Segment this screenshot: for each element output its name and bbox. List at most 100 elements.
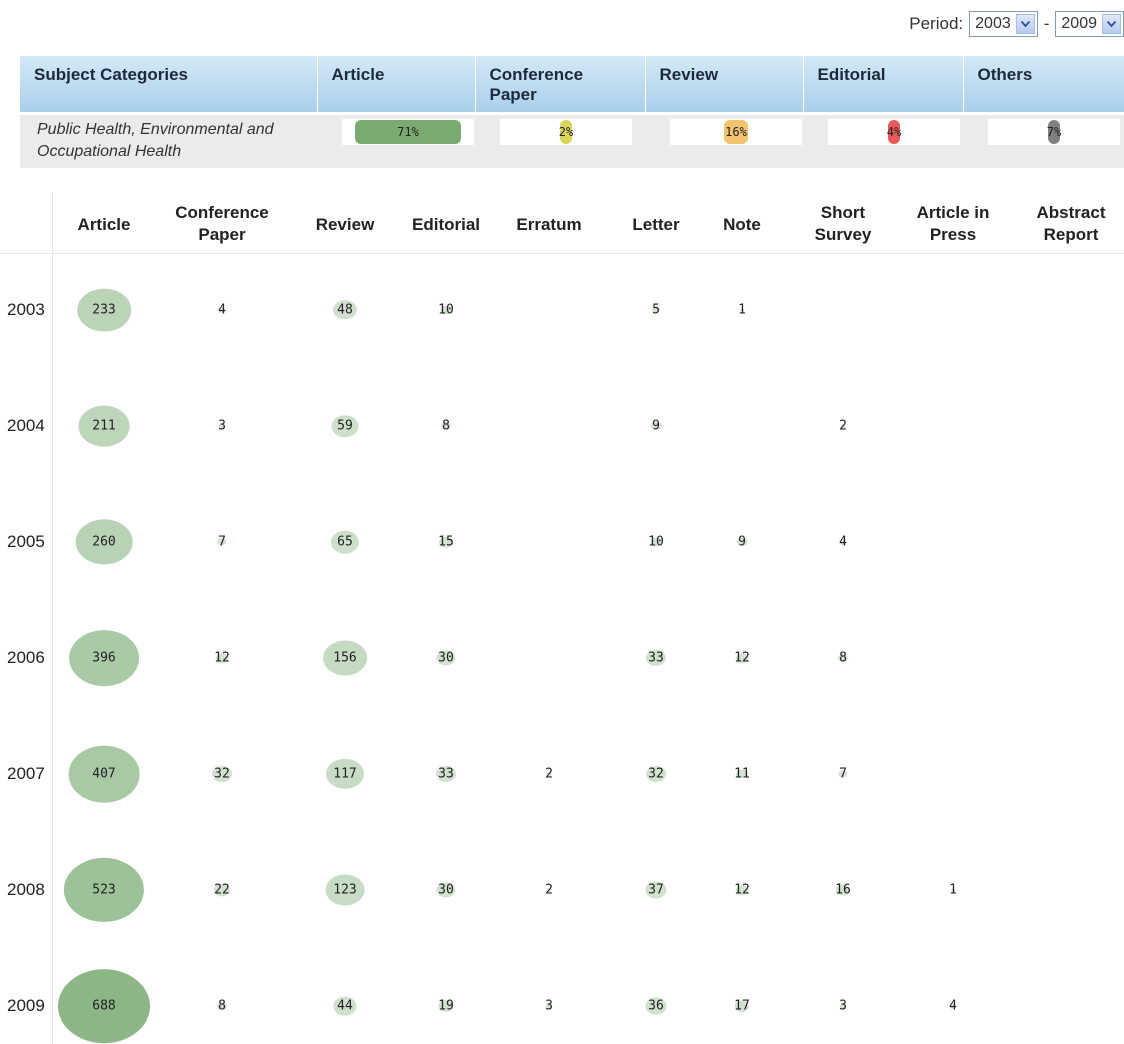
value-label: 156 (333, 650, 357, 666)
value-label: 44 (337, 998, 353, 1014)
value-label: 65 (337, 534, 353, 550)
header-divider (0, 253, 1124, 254)
year-label: 2004 (7, 416, 45, 435)
summary-header-row: Subject Categories Article Conference Pa… (20, 56, 1124, 115)
value-label: 32 (648, 766, 664, 782)
value-label: 407 (92, 766, 116, 782)
year-label: 2009 (7, 996, 45, 1015)
year-label: 2003 (7, 300, 45, 319)
value-label: 260 (92, 534, 116, 550)
value-label: 19 (438, 998, 454, 1014)
value-label: 10 (648, 534, 664, 550)
year-column-divider (52, 192, 53, 1044)
column-header-letter: Letter (632, 215, 680, 234)
pct-bar: 16% (670, 118, 802, 145)
header-article: Article (317, 56, 476, 115)
value-label: 2 (839, 418, 847, 434)
value-label: 396 (92, 650, 116, 666)
value-label: 30 (438, 882, 454, 898)
period-label: Period: (909, 14, 964, 33)
summary-data-row: Public Health, Environmental and Occupat… (20, 113, 1124, 168)
value-label: 3 (839, 998, 847, 1014)
pct-label: 4% (886, 124, 902, 139)
value-label: 12 (734, 650, 750, 666)
value-label: 59 (337, 418, 353, 434)
value-label: 16 (835, 882, 851, 898)
value-label: 1 (949, 882, 957, 898)
pct-bar: 7% (988, 118, 1120, 145)
value-label: 688 (92, 998, 116, 1014)
value-label: 2 (545, 766, 553, 782)
column-header-editorial: Editorial (411, 215, 481, 234)
value-label: 2 (545, 882, 553, 898)
pct-label: 2% (558, 124, 574, 139)
value-label: 36 (648, 998, 664, 1014)
value-label: 3 (545, 998, 553, 1014)
period-to-select[interactable]: 2009 (1055, 11, 1124, 37)
value-label: 4 (839, 534, 847, 550)
value-label: 11 (734, 766, 750, 782)
pct-cell-article: 71% (317, 113, 475, 168)
value-label: 233 (92, 302, 116, 318)
period-to-value: 2009 (1061, 15, 1097, 32)
value-label: 9 (738, 534, 746, 550)
pct-cell-others: 7% (963, 113, 1124, 168)
year-label: 2007 (7, 764, 45, 783)
pct-bar: 4% (828, 118, 960, 145)
header-review: Review (645, 56, 804, 115)
value-label: 8 (442, 418, 450, 434)
value-label: 48 (337, 302, 353, 318)
value-label: 15 (438, 534, 454, 550)
pct-cell-review: 16% (645, 113, 803, 168)
chevron-down-icon[interactable] (1015, 14, 1035, 34)
header-subject-categories: Subject Categories (20, 56, 318, 115)
value-label: 37 (648, 882, 664, 898)
value-label: 1 (738, 302, 746, 318)
value-label: 8 (218, 998, 226, 1014)
value-label: 7 (839, 766, 847, 782)
subject-name: Public Health, Environmental and Occupat… (37, 120, 274, 160)
column-header-review: Review (315, 215, 375, 234)
year-label: 2006 (7, 648, 45, 667)
period-from-select[interactable]: 2003 (969, 11, 1038, 37)
column-header-article: Article (77, 215, 131, 234)
header-conference-paper: Conference Paper (475, 56, 646, 115)
value-label: 3 (218, 418, 226, 434)
value-label: 32 (214, 766, 230, 782)
summary-table: Subject Categories Article Conference Pa… (20, 56, 1124, 168)
column-header-erratum: Erratum (516, 215, 582, 234)
value-label: 4 (949, 998, 957, 1014)
year-label: 2005 (7, 532, 45, 551)
pct-label: 16% (725, 124, 747, 139)
column-header-short-survey: Short Survey (814, 203, 872, 244)
value-label: 523 (92, 882, 116, 898)
value-label: 33 (648, 650, 664, 666)
value-label: 10 (438, 302, 454, 318)
pct-label: 71% (397, 124, 419, 139)
header-editorial: Editorial (803, 56, 964, 115)
subject-cell: Public Health, Environmental and Occupat… (20, 113, 317, 168)
column-header-note: Note (723, 215, 761, 234)
period-separator: - (1043, 14, 1050, 33)
value-label: 5 (652, 302, 660, 318)
value-label: 7 (218, 534, 226, 550)
period-from-value: 2003 (975, 15, 1011, 32)
pct-cell-editorial: 4% (803, 113, 963, 168)
value-label: 33 (438, 766, 454, 782)
chevron-down-icon[interactable] (1102, 14, 1121, 34)
value-label: 22 (214, 882, 230, 898)
value-label: 117 (333, 766, 357, 782)
header-others: Others (963, 56, 1124, 115)
value-label: 8 (839, 650, 847, 666)
value-label: 12 (734, 882, 750, 898)
value-label: 211 (92, 418, 116, 434)
column-header-article-in-press: Article in Press (916, 203, 990, 244)
pct-cell-conference-paper: 2% (475, 113, 645, 168)
pct-bar: 71% (342, 118, 474, 145)
column-header-abstract-report: Abstract Report (1036, 203, 1106, 244)
pct-label: 7% (1046, 124, 1062, 139)
period-selector: Period: 2003 - 2009 (909, 11, 1124, 37)
year-label: 2008 (7, 880, 45, 899)
value-label: 17 (734, 998, 750, 1014)
pct-bar: 2% (500, 118, 632, 145)
